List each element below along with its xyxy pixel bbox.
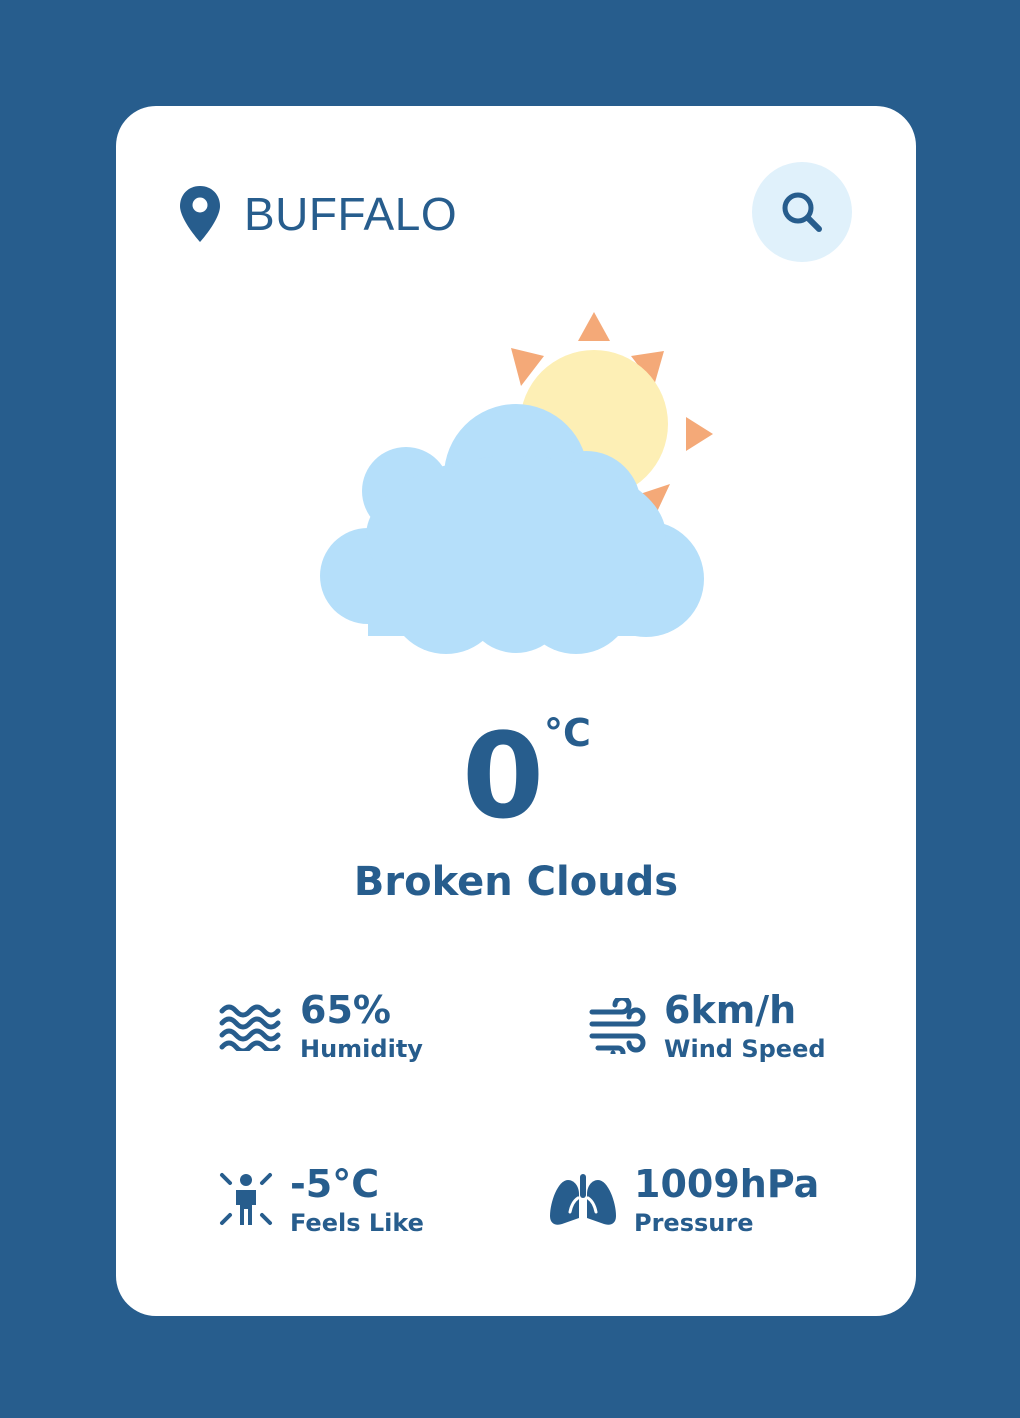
- temperature-display: 0 °C: [116, 706, 916, 846]
- weather-card: BUFFALO 0 °C Broken Clouds 65% Humidity …: [116, 106, 916, 1316]
- wind-speed-value: 6km/h: [664, 988, 797, 1032]
- wind-icon: [589, 998, 646, 1054]
- temperature-unit: °C: [544, 711, 591, 755]
- pressure-stat: 1009hPa Pressure: [548, 1162, 819, 1238]
- wind-speed-stat: 6km/h Wind Speed: [588, 988, 826, 1064]
- partly-cloudy-icon: [320, 312, 713, 654]
- humidity-stat: 65% Humidity: [218, 988, 423, 1064]
- search-icon: [782, 192, 822, 232]
- humidity-label: Humidity: [300, 1035, 423, 1063]
- weather-condition: Broken Clouds: [353, 859, 679, 905]
- pressure-label: Pressure: [634, 1209, 754, 1237]
- humidity-value: 65%: [300, 988, 391, 1032]
- waves-icon: [219, 1004, 281, 1051]
- lungs-icon: [550, 1174, 616, 1225]
- feels-like-label: Feels Like: [290, 1209, 424, 1237]
- temperature-value: 0: [462, 707, 545, 845]
- city-name: BUFFALO: [244, 188, 458, 240]
- feels-like-stat: -5°C Feels Like: [218, 1162, 424, 1238]
- pressure-value: 1009hPa: [634, 1162, 820, 1206]
- location-header: BUFFALO: [178, 184, 457, 244]
- feels-like-value: -5°C: [290, 1162, 380, 1206]
- wind-speed-label: Wind Speed: [664, 1035, 826, 1063]
- map-pin-icon: [180, 186, 220, 242]
- person-cold-icon: [220, 1173, 272, 1225]
- search-button[interactable]: [752, 162, 852, 262]
